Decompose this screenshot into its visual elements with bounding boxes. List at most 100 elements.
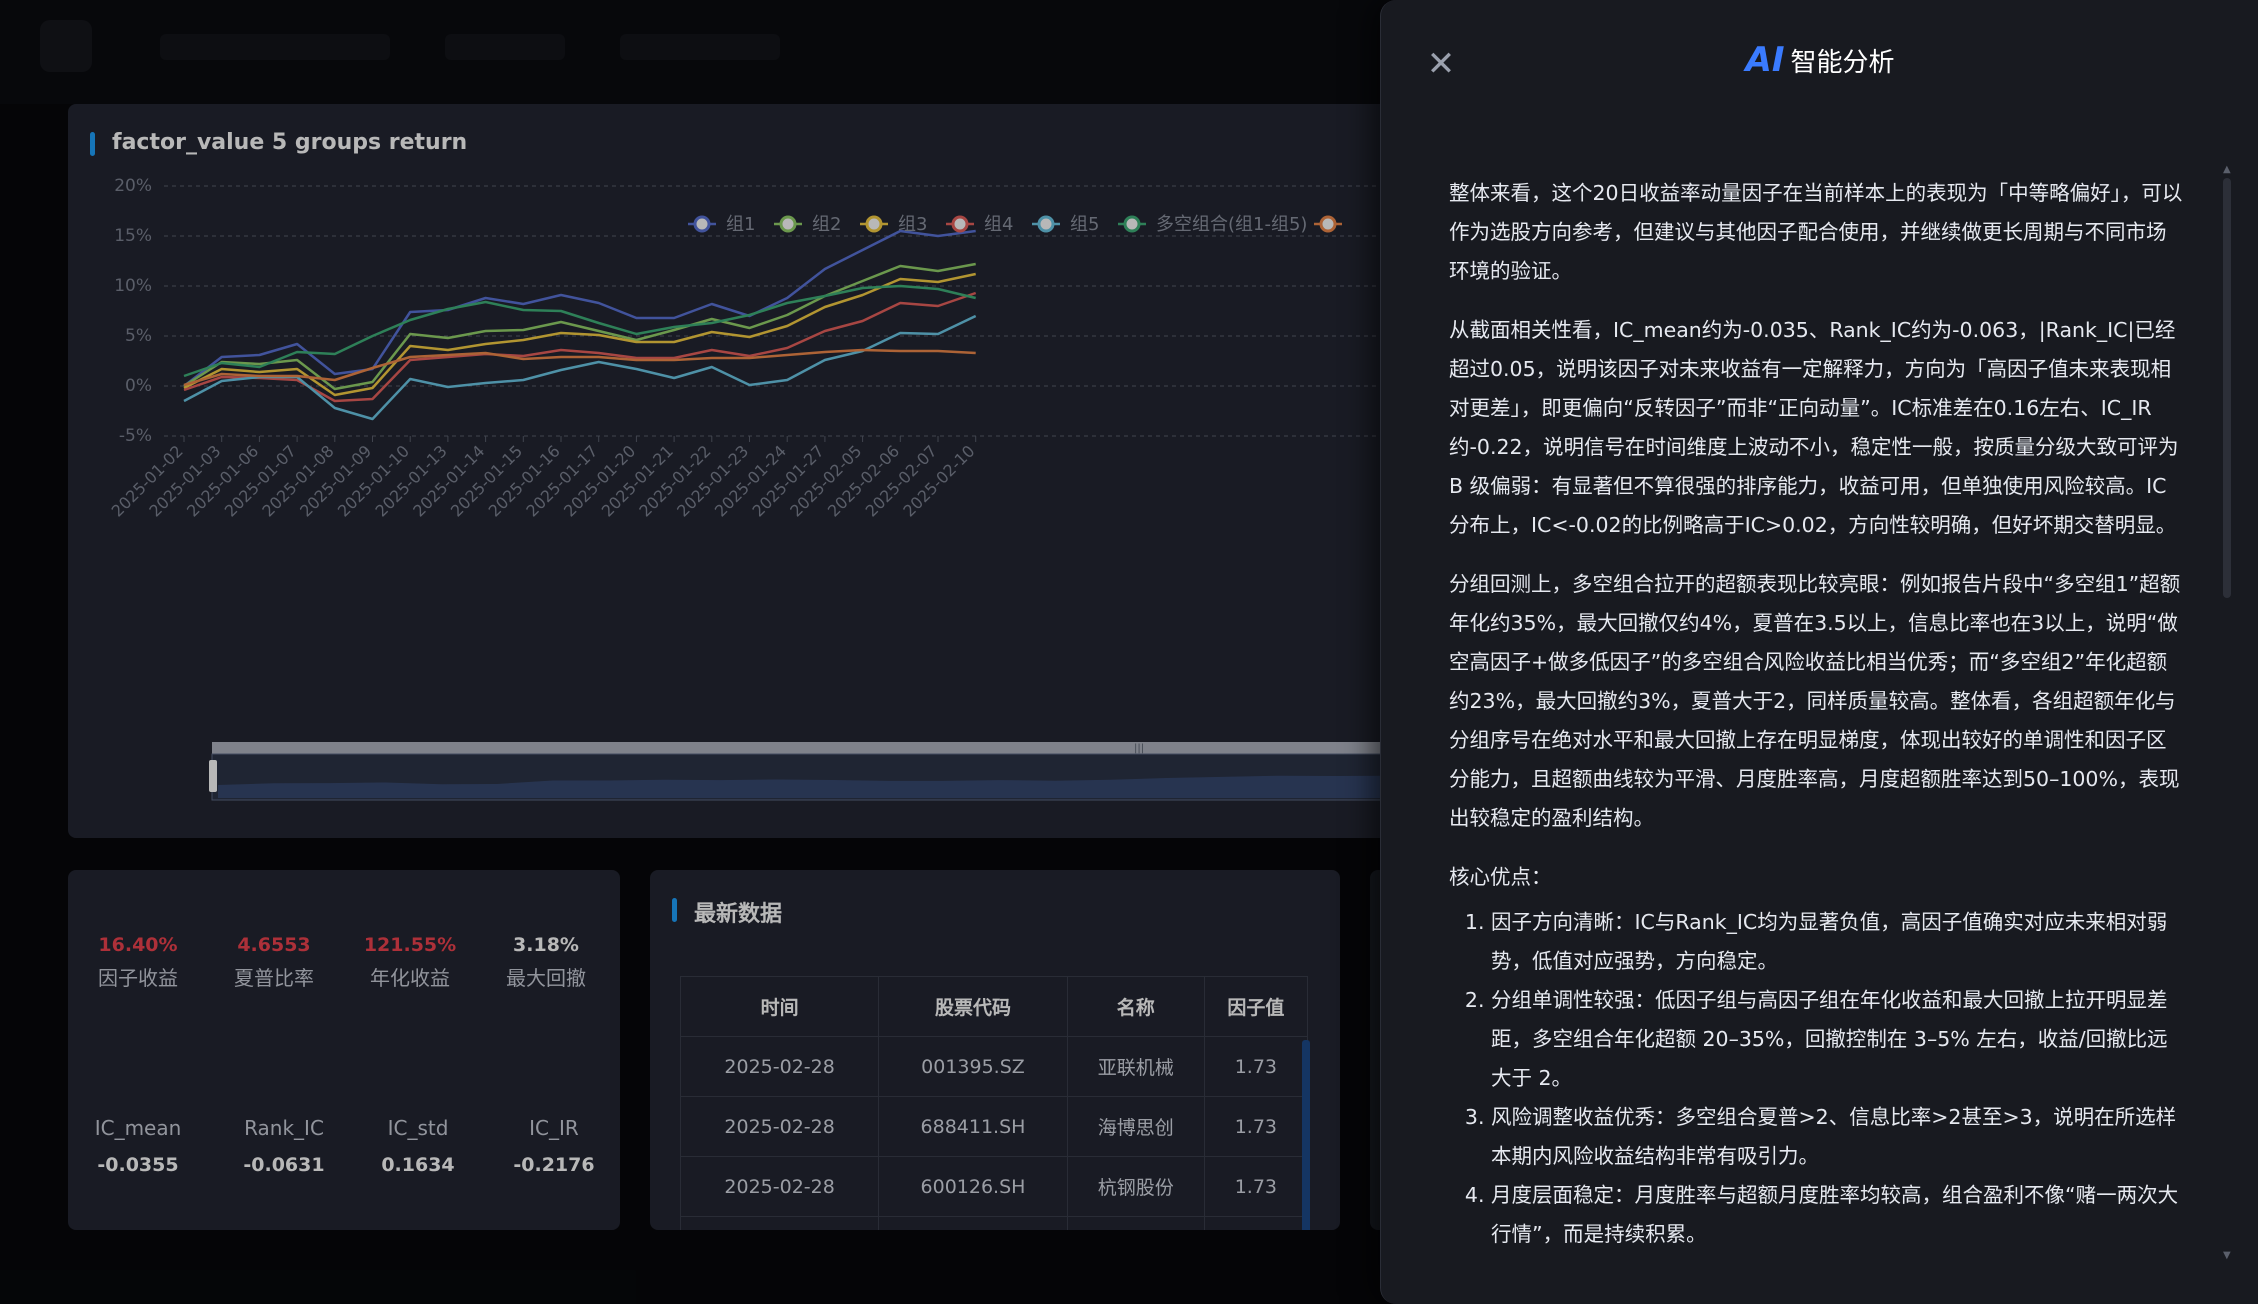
metric-rank-ic: Rank_IC -0.0631 [214,1116,354,1176]
cell-time: 2025-02-28 [679,1156,880,1217]
legend-item[interactable] [1314,215,1342,233]
series-line [183,314,977,421]
legend-item[interactable]: 组1 [688,214,755,235]
metric-label: 年化收益 [370,966,450,990]
table-row[interactable]: 2025-02-28 600126.SH 杭钢股份 1.73 [679,1156,1309,1217]
col-header-name[interactable]: 名称 [1066,976,1205,1037]
legend-label: 组5 [1070,214,1099,235]
metric-ic-mean: IC_mean -0.0355 [68,1116,208,1176]
legend-marker [1319,215,1337,233]
legend-marker [1123,215,1141,233]
scrollbar-thumb[interactable] [2223,178,2231,598]
legend-marker [693,215,711,233]
list-item: 因子方向清晰：IC与Rank_IC均为显著负值，高因子值确实对应未来相对弱势，低… [1491,903,2183,981]
y-tick-label: 0% [125,376,152,396]
cell-name: 亚联机械 [1066,1036,1205,1097]
metric-value: 16.40% [98,934,178,956]
legend-marker [865,215,883,233]
table-header-row: 时间 股票代码 名称 因子值 [679,976,1309,1037]
app-logo [40,20,92,72]
legend-label: 组2 [812,214,841,235]
metric-label: 最大回撤 [506,966,586,990]
ai-analysis-drawer: ✕ AI 智能分析 整体来看，这个20日收益率动量因子在当前样本上的表现为「中等略… [1380,0,2258,1304]
series-line [183,348,976,387]
data-zoom-grip-icon[interactable]: ||| [1134,743,1144,754]
table-row[interactable]: 2025-02-28 001395.SZ 亚联机械 1.73 [679,1036,1309,1097]
legend-item[interactable]: 组3 [860,214,927,235]
data-zoom-track[interactable] [212,742,1390,754]
metric-label: 夏普比率 [234,966,314,990]
legend-label: 组1 [726,214,755,235]
series-line [183,262,976,391]
data-zoom-handle-left[interactable] [209,760,217,792]
cell-factor: 1.73 [1203,1156,1309,1217]
y-tick-label: 5% [125,326,152,346]
group-return-line-chart: 20%15%10%5%0%-5% 2025-01-022025-01-03202… [108,176,1390,801]
advantages-heading: 核心优点： [1449,865,1552,889]
legend-marker [951,215,969,233]
list-item: 风险调整收益优秀：多空组合夏普>2、信息比率>2甚至>3，说明在所选样本期内风险… [1491,1098,2183,1176]
metric-value: 0.1634 [381,1154,455,1176]
table-row[interactable]: 2025-02-28 688411.SH 海博思创 1.73 [679,1096,1309,1157]
col-header-code[interactable]: 股票代码 [878,976,1068,1037]
metric-value: -0.0631 [243,1154,325,1176]
metric-label: 因子收益 [98,966,178,990]
metric-ic-ir: IC_IR -0.2176 [484,1116,624,1176]
series-line [183,229,976,387]
nav-item[interactable] [445,34,565,60]
col-header-time[interactable]: 时间 [679,976,880,1037]
metric-value: -0.2176 [513,1154,595,1176]
drawer-title: AI 智能分析 [1381,40,2258,80]
analysis-paragraph: 从截面相关性看，IC_mean约为-0.035、Rank_IC约为-0.063，… [1449,318,2179,537]
metric-value: 4.6553 [237,934,311,956]
cell-factor: 1.73 [1203,1036,1309,1097]
cell-time: 2025-02-28 [679,1096,880,1157]
nav-item[interactable] [160,34,390,60]
scroll-up-icon[interactable]: ▲ [2223,164,2233,175]
scroll-down-icon[interactable]: ▼ [2223,1250,2233,1261]
analysis-content: 整体来看，这个20日收益率动量因子在当前样本上的表现为「中等略偏好」，可以作为选… [1449,174,2183,1284]
y-tick-label: 15% [114,226,152,246]
metric-value: 121.55% [363,934,457,956]
metric-label: IC_std [387,1116,449,1140]
metric-value: 3.18% [513,934,579,956]
metric-label: Rank_IC [244,1116,324,1140]
cell-factor: 1.73 [1203,1096,1309,1157]
legend-item[interactable]: 组4 [946,214,1013,235]
metric-value: -0.0355 [97,1154,179,1176]
nav-item[interactable] [620,34,780,60]
metric-label: IC_mean [94,1116,182,1140]
latest-data-card: 最新数据 时间 股票代码 名称 因子值 2025-02-28 001395.SZ… [650,870,1340,1277]
legend-label: 组4 [984,214,1013,235]
y-tick-label: 10% [114,276,152,296]
legend-item[interactable]: 组2 [774,214,841,235]
metric-annual-return: 121.55% 年化收益 [340,934,480,991]
ai-logo-icon: AI [1745,40,1785,80]
drawer-title-text: 智能分析 [1790,48,1895,78]
y-tick-label: -5% [119,426,152,446]
metric-sharpe-ratio: 4.6553 夏普比率 [204,934,344,991]
drawer-scrollbar[interactable]: ▲ ▼ [2223,164,2231,1264]
legend-item[interactable]: 多空组合(组1-组5) [1118,214,1307,235]
cell-time: 2025-02-28 [679,1036,880,1097]
legend-label: 组3 [898,214,927,235]
legend-item[interactable]: 组5 [1032,214,1099,235]
metric-label: IC_IR [529,1116,579,1140]
latest-data-title: 最新数据 [672,896,782,928]
legend-label: 多空组合(组1-组5) [1156,214,1307,235]
group-return-chart-card: factor_value 5 groups return 20% 15% 10% 5%… [68,104,1390,838]
factor-metrics-card: 16.40% 因子收益 4.6553 夏普比率 121.55% 年化收益 3.1… [68,870,620,1230]
table-scrollbar[interactable] [1302,1040,1310,1240]
list-item: 月度层面稳定：月度胜率与超额月度胜率均较高，组合盈利不像“赌一两次大行情”，而是… [1491,1176,2183,1254]
list-item: 分组单调性较强：低因子组与高因子组在年化收益和最大回撤上拉开明显差距，多空组合年… [1491,981,2183,1098]
cell-code: 600126.SH [878,1156,1068,1217]
cell-name: 海博思创 [1066,1096,1205,1157]
cell-name: 杭钢股份 [1066,1156,1205,1217]
legend-marker [1037,215,1055,233]
col-header-factor[interactable]: 因子值 [1203,976,1309,1037]
analysis-paragraph: 分组回测上，多空组合拉开的超额表现比较亮眼：例如报告片段中“多空组1”超额年化约… [1449,572,2181,830]
advantages-list: 因子方向清晰：IC与Rank_IC均为显著负值，高因子值确实对应未来相对弱势，低… [1449,903,2183,1254]
metric-factor-return: 16.40% 因子收益 [68,934,208,991]
y-tick-label: 20% [114,176,152,196]
analysis-paragraph: 整体来看，这个20日收益率动量因子在当前样本上的表现为「中等略偏好」，可以作为选… [1449,181,2183,283]
